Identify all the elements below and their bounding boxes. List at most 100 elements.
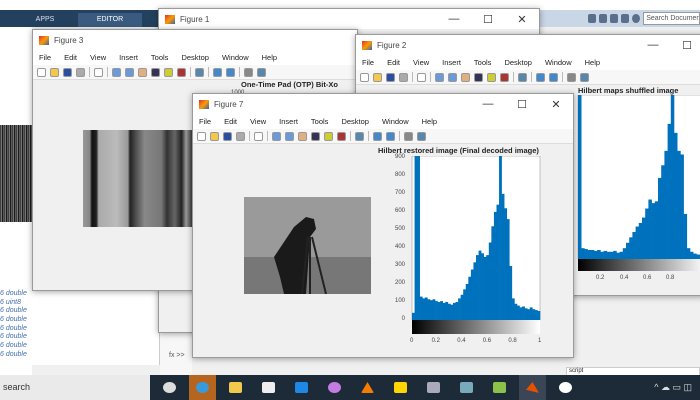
system-tray[interactable]: ^ ☁ ▭ ◫ [654,382,700,393]
toolbar-tool-icon[interactable] [448,72,457,82]
maximize-button[interactable]: ☐ [670,39,700,52]
toolbar-tool-icon[interactable] [125,67,134,77]
edge-browser-icon[interactable] [189,375,216,400]
undo-icon[interactable] [599,14,608,23]
title-bar[interactable]: Figure 3 [33,30,357,50]
close-button[interactable]: ✕ [539,98,573,111]
vlc-icon[interactable] [354,375,381,400]
command-prompt[interactable]: fx >> [169,352,185,359]
toolbar-tool-icon[interactable] [549,72,558,82]
search-documentation-input[interactable]: Search Documen [643,12,700,25]
toolbar-tool-icon[interactable] [210,131,219,141]
clock-app-icon[interactable] [156,375,183,400]
mail-icon[interactable] [288,375,315,400]
workspace-row[interactable]: 6 double [0,316,159,325]
toolbar-tool-icon[interactable] [404,131,413,141]
toolbar-tool-icon[interactable] [177,67,186,77]
minimize-button[interactable]: — [471,98,505,111]
redo-icon[interactable] [610,14,619,23]
toolbar-tool-icon[interactable] [435,72,444,82]
toolbar-tool-icon[interactable] [518,72,527,82]
notepad-icon[interactable] [453,375,480,400]
toolbar-tool-icon[interactable] [386,72,395,82]
workspace-row[interactable]: 6 double [0,342,159,351]
menu-view[interactable]: View [250,117,266,126]
toolbar-tool-icon[interactable] [164,67,173,77]
remote-desktop-icon[interactable] [420,375,447,400]
menu-window[interactable]: Window [222,53,249,62]
toolbar-tool-icon[interactable] [337,131,346,141]
toolbar-tool-icon[interactable] [311,131,320,141]
help-icon[interactable] [632,14,641,23]
toolbar-tool-icon[interactable] [112,67,121,77]
toolbar-tool-icon[interactable] [580,72,589,82]
menu-file[interactable]: File [199,117,211,126]
maximize-button[interactable]: ☐ [471,13,505,26]
menu-insert[interactable]: Insert [442,58,461,67]
title-bar[interactable]: Figure 7 — ☐ ✕ [193,94,573,114]
toolbar-tool-icon[interactable] [536,72,545,82]
minimize-button[interactable]: — [636,39,670,52]
toolbar-tool-icon[interactable] [37,67,46,77]
toolbar-tool-icon[interactable] [195,67,204,77]
toolbar-tool-icon[interactable] [373,131,382,141]
taskbar-search[interactable]: search [0,375,150,400]
menu-window[interactable]: Window [545,58,572,67]
app-icon[interactable] [552,375,579,400]
menu-tools[interactable]: Tools [311,117,329,126]
minimize-button[interactable]: — [437,13,471,26]
toolbar-tool-icon[interactable] [373,72,382,82]
toolbar-tool-icon[interactable] [50,67,59,77]
toolbar-tool-icon[interactable] [360,72,369,82]
toolbar-tool-icon[interactable] [417,72,426,82]
store-icon[interactable] [255,375,282,400]
workspace-row[interactable]: 6 double [0,351,159,360]
toolbar-tool-icon[interactable] [236,131,245,141]
menu-insert[interactable]: Insert [279,117,298,126]
figure-7-window[interactable]: Figure 7 — ☐ ✕ File Edit View Insert Tools Desk… [192,93,574,358]
menu-edit[interactable]: Edit [224,117,237,126]
maximize-button[interactable]: ☐ [505,98,539,111]
menu-tools[interactable]: Tools [151,53,169,62]
tab-editor[interactable]: EDITOR [78,13,142,27]
toolbar-tool-icon[interactable] [567,72,576,82]
toolbar-tool-icon[interactable] [197,131,206,141]
menu-edit[interactable]: Edit [64,53,77,62]
toolbar-tool-icon[interactable] [355,131,364,141]
toolbar-tool-icon[interactable] [213,67,222,77]
tab-apps[interactable]: APPS [20,13,70,27]
menu-help[interactable]: Help [422,117,437,126]
itunes-icon[interactable] [321,375,348,400]
file-explorer-icon[interactable] [222,375,249,400]
menu-insert[interactable]: Insert [119,53,138,62]
workspace-row[interactable]: 6 double [0,325,159,334]
workspace-row[interactable]: 6 double [0,307,159,316]
menu-desktop[interactable]: Desktop [341,117,369,126]
menu-view[interactable]: View [413,58,429,67]
sticky-notes-icon[interactable] [387,375,414,400]
toolbar-tool-icon[interactable] [399,72,408,82]
window-icon[interactable] [621,14,630,23]
menu-desktop[interactable]: Desktop [181,53,209,62]
toolbar-tool-icon[interactable] [272,131,281,141]
toolbar-tool-icon[interactable] [461,72,470,82]
toolbar-tool-icon[interactable] [386,131,395,141]
workspace-row[interactable]: 6 uint8 [0,299,159,308]
menu-help[interactable]: Help [262,53,277,62]
workspace-row[interactable]: 6 double [0,333,159,342]
menu-help[interactable]: Help [585,58,600,67]
toolbar-tool-icon[interactable] [257,67,266,77]
toolbar-tool-icon[interactable] [298,131,307,141]
menu-file[interactable]: File [39,53,51,62]
menu-desktop[interactable]: Desktop [504,58,532,67]
toolbar-tool-icon[interactable] [474,72,483,82]
toolbar-tool-icon[interactable] [226,67,235,77]
toolbar-tool-icon[interactable] [254,131,263,141]
toolbar-tool-icon[interactable] [244,67,253,77]
title-bar[interactable]: Figure 2 — ☐ [356,35,700,55]
photos-icon[interactable] [486,375,513,400]
close-button[interactable]: ✕ [505,13,539,26]
menu-file[interactable]: File [362,58,374,67]
toolbar-tool-icon[interactable] [223,131,232,141]
menu-view[interactable]: View [90,53,106,62]
